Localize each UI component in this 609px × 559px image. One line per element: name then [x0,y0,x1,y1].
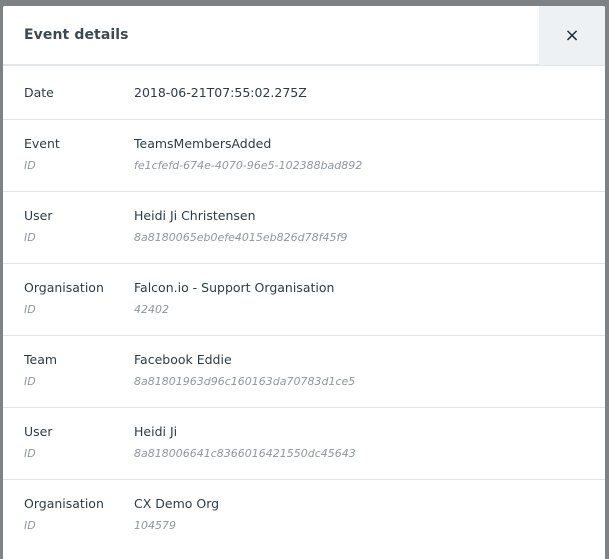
detail-row-date: Date 2018-06-21T07:55:02.275Z [3,66,605,120]
detail-id-value: 8a8180065eb0efe4015eb826d78f45f9 [134,231,348,244]
detail-id-value: fe1cfefd-674e-4070-96e5-102388bad892 [134,159,363,172]
detail-row-user: User ID Heidi Ji Christensen 8a8180065eb… [3,192,605,264]
close-button[interactable]: × [539,6,605,65]
detail-id-label: ID [24,375,36,388]
detail-id-label: ID [24,159,36,172]
detail-label: User [24,424,53,439]
detail-id-label: ID [24,519,36,532]
detail-label: Event [24,136,60,151]
detail-id-value: 8a818006641c8366016421550dc45643 [134,447,356,460]
detail-id-value: 42402 [134,303,169,316]
detail-value: Facebook Eddie [134,352,232,367]
event-details-modal: Event details × Date 2018-06-21T07:55:02… [3,6,605,559]
detail-value: 2018-06-21T07:55:02.275Z [134,84,307,100]
detail-value: Heidi Ji [134,424,178,439]
detail-id-value: 8a81801963d96c160163da70783d1ce5 [134,375,356,388]
detail-row-organisation: Organisation ID Falcon.io - Support Orga… [3,264,605,336]
detail-value: CX Demo Org [134,496,220,511]
detail-row-event: Event ID TeamsMembersAdded fe1cfefd-674e… [3,120,605,192]
detail-label: Organisation [24,496,104,511]
details-list: Date 2018-06-21T07:55:02.275Z Event ID T… [3,66,605,552]
detail-row-organisation: Organisation ID CX Demo Org 104579 [3,480,605,552]
detail-value: Falcon.io - Support Organisation [134,280,335,295]
detail-id-value: 104579 [134,519,176,532]
detail-value: Heidi Ji Christensen [134,208,256,223]
modal-title: Event details [24,27,129,43]
detail-value: TeamsMembersAdded [134,136,272,151]
detail-id-label: ID [24,303,36,316]
detail-id-label: ID [24,231,36,244]
detail-label: Organisation [24,280,104,295]
modal-header: Event details × [3,6,605,66]
close-icon: × [564,24,580,46]
detail-label: Team [24,352,58,367]
detail-label: User [24,208,53,223]
detail-id-label: ID [24,447,36,460]
detail-row-team: Team ID Facebook Eddie 8a81801963d96c160… [3,336,605,408]
detail-label: Date [24,84,54,100]
detail-row-user: User ID Heidi Ji 8a818006641c83660164215… [3,408,605,480]
